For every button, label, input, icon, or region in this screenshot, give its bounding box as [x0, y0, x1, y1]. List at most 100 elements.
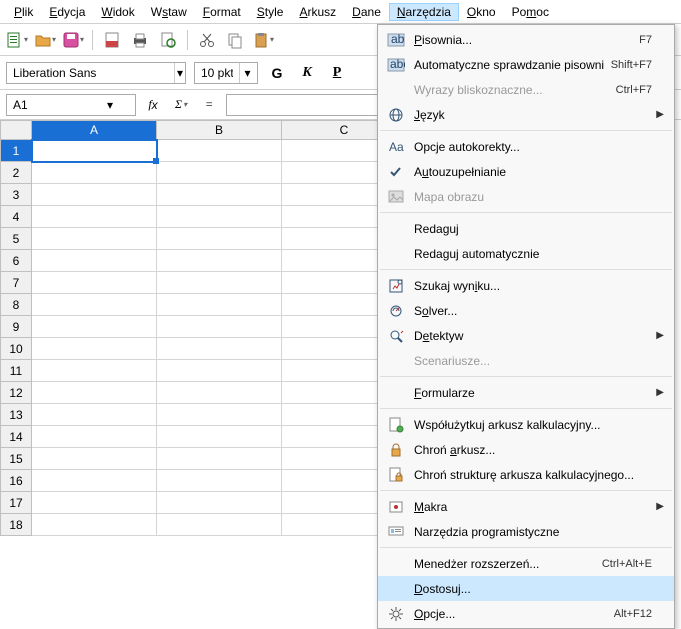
- menu-dane[interactable]: Dane: [344, 3, 389, 21]
- menu-widok[interactable]: Widok: [93, 3, 142, 21]
- cell-A2[interactable]: [32, 162, 157, 184]
- equals-button[interactable]: =: [198, 94, 220, 116]
- cell-A5[interactable]: [32, 228, 157, 250]
- row-header-6[interactable]: 6: [0, 250, 32, 272]
- menu-style[interactable]: Style: [249, 3, 292, 21]
- cell-B3[interactable]: [157, 184, 282, 206]
- menu-pomoc[interactable]: Pomoc: [504, 3, 557, 21]
- cell-A9[interactable]: [32, 316, 157, 338]
- menu-item-współużytkuj-arkusz-kalkulacyjny[interactable]: Współużytkuj arkusz kalkulacyjny...: [378, 412, 674, 437]
- cell-A18[interactable]: [32, 514, 157, 536]
- menu-item-chroń-arkusz[interactable]: Chroń arkusz...: [378, 437, 674, 462]
- menu-okno[interactable]: Okno: [459, 3, 504, 21]
- row-header-16[interactable]: 16: [0, 470, 32, 492]
- copy-button[interactable]: [224, 29, 246, 51]
- menu-arkusz[interactable]: Arkusz: [291, 3, 344, 21]
- menu-format[interactable]: Format: [195, 3, 249, 21]
- paste-button[interactable]: ▾: [252, 29, 274, 51]
- row-header-17[interactable]: 17: [0, 492, 32, 514]
- menu-item-chroń-strukturę-arkusza-kalkulacyjnego[interactable]: Chroń strukturę arkusza kalkulacyjnego..…: [378, 462, 674, 487]
- row-header-4[interactable]: 4: [0, 206, 32, 228]
- underline-button[interactable]: P: [326, 62, 348, 84]
- export-pdf-button[interactable]: [101, 29, 123, 51]
- cell-A8[interactable]: [32, 294, 157, 316]
- cell-B9[interactable]: [157, 316, 282, 338]
- row-header-12[interactable]: 12: [0, 382, 32, 404]
- menu-plik[interactable]: Plik: [6, 3, 41, 21]
- function-wizard-button[interactable]: fx: [142, 94, 164, 116]
- print-preview-button[interactable]: [157, 29, 179, 51]
- cell-A12[interactable]: [32, 382, 157, 404]
- italic-button[interactable]: K: [296, 62, 318, 84]
- cell-A1[interactable]: [32, 140, 157, 162]
- bold-button[interactable]: G: [266, 62, 288, 84]
- cell-B16[interactable]: [157, 470, 282, 492]
- cell-A10[interactable]: [32, 338, 157, 360]
- row-header-15[interactable]: 15: [0, 448, 32, 470]
- chevron-down-icon[interactable]: ▾: [107, 98, 113, 112]
- cut-button[interactable]: [196, 29, 218, 51]
- print-button[interactable]: [129, 29, 151, 51]
- cell-A4[interactable]: [32, 206, 157, 228]
- menu-item-autouzupełnianie[interactable]: Autouzupełnianie: [378, 159, 674, 184]
- cell-B15[interactable]: [157, 448, 282, 470]
- row-header-2[interactable]: 2: [0, 162, 32, 184]
- menu-item-formularze[interactable]: Formularze▶: [378, 380, 674, 405]
- row-header-11[interactable]: 11: [0, 360, 32, 382]
- font-name-input[interactable]: [7, 63, 174, 83]
- cell-A6[interactable]: [32, 250, 157, 272]
- cell-A15[interactable]: [32, 448, 157, 470]
- menu-edycja[interactable]: Edycja: [41, 3, 93, 21]
- cell-reference-input[interactable]: [7, 98, 107, 112]
- row-header-18[interactable]: 18: [0, 514, 32, 536]
- cell-B2[interactable]: [157, 162, 282, 184]
- cell-A16[interactable]: [32, 470, 157, 492]
- cell-B6[interactable]: [157, 250, 282, 272]
- menu-item-szukaj-wyniku[interactable]: Szukaj wyniku...: [378, 273, 674, 298]
- chevron-down-icon[interactable]: ▾: [239, 63, 255, 83]
- row-header-9[interactable]: 9: [0, 316, 32, 338]
- cell-A3[interactable]: [32, 184, 157, 206]
- save-button[interactable]: ▾: [62, 29, 84, 51]
- row-header-3[interactable]: 3: [0, 184, 32, 206]
- menu-item-automatyczne-sprawdzanie-pisowni[interactable]: abcAutomatyczne sprawdzanie pisowniShift…: [378, 52, 674, 77]
- select-all-corner[interactable]: [0, 120, 32, 140]
- row-header-7[interactable]: 7: [0, 272, 32, 294]
- cell-B17[interactable]: [157, 492, 282, 514]
- row-header-5[interactable]: 5: [0, 228, 32, 250]
- font-size-combo[interactable]: ▾: [194, 62, 258, 84]
- row-header-1[interactable]: 1: [0, 140, 32, 162]
- menu-item-narzędzia-programistyczne[interactable]: Narzędzia programistyczne: [378, 519, 674, 544]
- menu-item-detektyw[interactable]: Detektyw▶: [378, 323, 674, 348]
- menu-item-makra[interactable]: Makra▶: [378, 494, 674, 519]
- menu-item-język[interactable]: Język▶: [378, 102, 674, 127]
- new-doc-button[interactable]: ▾: [6, 29, 28, 51]
- row-header-10[interactable]: 10: [0, 338, 32, 360]
- menu-item-redaguj[interactable]: Redaguj: [378, 216, 674, 241]
- cell-B14[interactable]: [157, 426, 282, 448]
- open-button[interactable]: ▾: [34, 29, 56, 51]
- cell-B18[interactable]: [157, 514, 282, 536]
- cell-B8[interactable]: [157, 294, 282, 316]
- row-header-8[interactable]: 8: [0, 294, 32, 316]
- col-header-A[interactable]: A: [32, 120, 157, 140]
- cell-B10[interactable]: [157, 338, 282, 360]
- cell-B13[interactable]: [157, 404, 282, 426]
- font-size-input[interactable]: [195, 63, 239, 83]
- row-header-13[interactable]: 13: [0, 404, 32, 426]
- menu-item-opcje-autokorekty[interactable]: AaOpcje autokorekty...: [378, 134, 674, 159]
- cell-A11[interactable]: [32, 360, 157, 382]
- cell-B7[interactable]: [157, 272, 282, 294]
- menu-item-solver[interactable]: Solver...: [378, 298, 674, 323]
- cell-B11[interactable]: [157, 360, 282, 382]
- cell-B5[interactable]: [157, 228, 282, 250]
- cell-A7[interactable]: [32, 272, 157, 294]
- menu-item-redaguj-automatycznie[interactable]: Redaguj automatycznie: [378, 241, 674, 266]
- menu-item-dostosuj[interactable]: Dostosuj...: [378, 576, 674, 601]
- cell-A17[interactable]: [32, 492, 157, 514]
- menu-wstaw[interactable]: Wstaw: [143, 3, 195, 21]
- menu-narzędzia[interactable]: Narzędzia: [389, 3, 459, 21]
- sum-button[interactable]: Σ▾: [170, 94, 192, 116]
- cell-reference-box[interactable]: ▾: [6, 94, 136, 116]
- menu-item-opcje[interactable]: Opcje...Alt+F12: [378, 601, 674, 626]
